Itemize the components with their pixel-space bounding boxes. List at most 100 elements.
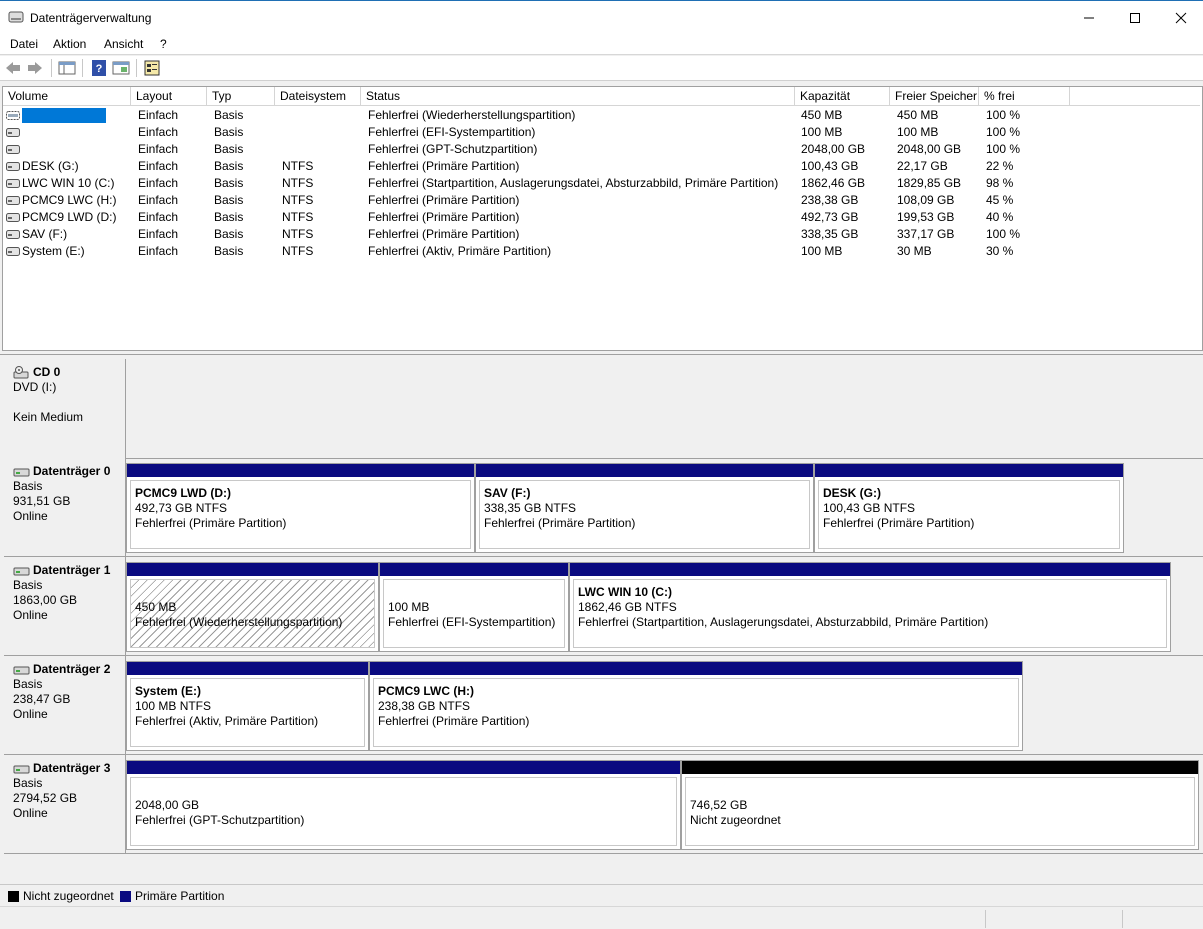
partition-desk[interactable]: DESK (G:) 100,43 GB NTFS Fehlerfrei (Primä…	[814, 463, 1124, 553]
volume-drive-icon	[6, 111, 20, 120]
disk-state: Online	[13, 608, 48, 622]
cell-typ: Basis	[214, 142, 244, 156]
partition-size: 492,73 GB NTFS	[135, 501, 228, 515]
cell-pct: 40 %	[986, 210, 1014, 224]
partition-efi[interactable]: 100 MB Fehlerfrei (EFI-Systempartition)	[379, 562, 569, 652]
table-row[interactable]: DESK (G:) Einfach Basis NTFS Fehlerfrei (Pri…	[3, 158, 1200, 175]
legend-swatch-primary	[120, 891, 131, 902]
volume-drive-icon	[6, 128, 20, 137]
partition-pcmc9-lwc[interactable]: PCMC9 LWC (H:) 238,38 GB NTFS Fehlerfrei (…	[369, 661, 1023, 751]
partition-unallocated[interactable]: 746,52 GB Nicht zugeordnet	[681, 760, 1199, 850]
partition-status: Fehlerfrei (Primäre Partition)	[135, 516, 287, 530]
disk-label-0[interactable]: Datenträger 0 Basis 931,51 GB Online	[4, 458, 126, 557]
partition-gpt-protective[interactable]: 2048,00 GB Fehlerfrei (GPT-Schutzpartitio…	[126, 760, 681, 850]
cell-volume: DESK (G:)	[22, 159, 79, 173]
toolbar-separator	[82, 59, 83, 77]
cell-status: Fehlerfrei (Wiederherstellungspartition)	[368, 108, 576, 122]
partition-recovery[interactable]: 450 MB Fehlerfrei (Wiederherstellungspart…	[126, 562, 379, 652]
disk-management-app-icon	[8, 11, 24, 23]
table-row[interactable]: LWC WIN 10 (C:) Einfach Basis NTFS Fehlerfre…	[3, 175, 1200, 192]
maximize-button[interactable]	[1112, 1, 1158, 34]
cell-pct: 98 %	[986, 176, 1014, 190]
partition-size: 238,38 GB NTFS	[378, 699, 471, 713]
console-tree-icon[interactable]	[58, 60, 76, 76]
cell-frei: 22,17 GB	[897, 159, 948, 173]
legend-label-unallocated: Nicht zugeordnet	[23, 889, 114, 903]
partition-status: Fehlerfrei (Primäre Partition)	[378, 714, 530, 728]
disk-name: Datenträger 0	[33, 464, 111, 478]
legend: Nicht zugeordnet Primäre Partition	[0, 884, 1203, 906]
partition-status: Fehlerfrei (Primäre Partition)	[484, 516, 636, 530]
table-row[interactable]: Einfach Basis Fehlerfrei (Wiederherstellun…	[3, 107, 1200, 124]
table-row[interactable]: System (E:) Einfach Basis NTFS Fehlerfrei (A…	[3, 243, 1200, 260]
close-icon	[1175, 12, 1187, 23]
menu-aktion[interactable]: Aktion	[53, 37, 86, 51]
column-header-status[interactable]: Status	[361, 87, 795, 106]
cell-volume: SAV (F:)	[22, 227, 68, 241]
cell-volume: System (E:)	[22, 244, 85, 258]
table-row[interactable]: PCMC9 LWD (D:) Einfach Basis NTFS Fehlerfrei…	[3, 209, 1200, 226]
volume-drive-icon	[6, 247, 20, 256]
partition-system[interactable]: System (E:) 100 MB NTFS Fehlerfrei (Aktiv,…	[126, 661, 369, 751]
legend-label-primary: Primäre Partition	[135, 889, 225, 903]
column-header-typ[interactable]: Typ	[207, 87, 275, 106]
column-header-freier-speicher[interactable]: Freier Speicher	[890, 87, 979, 106]
cell-kap: 100,43 GB	[801, 159, 859, 173]
disk-name: Datenträger 3	[33, 761, 111, 775]
disk-state: Online	[13, 509, 48, 523]
cell-frei: 108,09 GB	[897, 193, 955, 207]
cell-fs: NTFS	[282, 159, 314, 173]
disk-label-cd0[interactable]: CD 0 DVD (I:) Kein Medium	[4, 359, 126, 459]
partition-lwc-win10[interactable]: LWC WIN 10 (C:) 1862,46 GB NTFS Fehlerfrei…	[569, 562, 1171, 652]
partition-status: Fehlerfrei (Primäre Partition)	[823, 516, 975, 530]
forward-arrow-icon[interactable]	[26, 60, 44, 76]
hard-disk-icon	[13, 468, 30, 476]
legend-swatch-unallocated	[8, 891, 19, 902]
properties-icon[interactable]	[143, 60, 161, 76]
menu-help[interactable]: ?	[160, 37, 167, 51]
column-header-filler	[1070, 87, 1200, 106]
minimize-button[interactable]	[1066, 1, 1112, 34]
disk-type: Basis	[13, 776, 43, 790]
column-header-kapazitaet[interactable]: Kapazität	[795, 87, 890, 106]
partition-sav[interactable]: SAV (F:) 338,35 GB NTFS Fehlerfrei (Primär…	[475, 463, 814, 553]
volume-drive-icon	[6, 230, 20, 239]
partition-type-bar	[127, 761, 680, 774]
table-row[interactable]: Einfach Basis Fehlerfrei (GPT-Schutzpartit…	[3, 141, 1200, 158]
back-arrow-icon[interactable]	[4, 60, 22, 76]
menu-datei[interactable]: Datei	[10, 37, 38, 51]
partition-type-bar	[127, 662, 368, 675]
menu-ansicht[interactable]: Ansicht	[104, 37, 143, 51]
table-row[interactable]: PCMC9 LWC (H:) Einfach Basis NTFS Fehlerfrei…	[3, 192, 1200, 209]
volume-drive-icon	[6, 162, 20, 171]
partition-title: System (E:)	[135, 684, 202, 698]
cd-drive-icon	[13, 365, 29, 378]
pane-splitter[interactable]	[0, 351, 1203, 355]
toolbar-separator	[51, 59, 52, 77]
cell-frei: 100 MB	[897, 125, 939, 139]
close-button[interactable]	[1158, 1, 1203, 34]
show-pane-icon[interactable]	[112, 60, 130, 76]
table-row[interactable]: Einfach Basis Fehlerfrei (EFI-Systempartit…	[3, 124, 1200, 141]
column-header-prozent-frei[interactable]: % frei	[979, 87, 1070, 106]
column-header-volume[interactable]: Volume	[3, 87, 131, 106]
cell-typ: Basis	[214, 227, 244, 241]
column-header-layout[interactable]: Layout	[131, 87, 207, 106]
svg-text:?: ?	[96, 63, 103, 75]
column-header-dateisystem[interactable]: Dateisystem	[275, 87, 361, 106]
partition-status: Fehlerfrei (EFI-Systempartition)	[388, 615, 556, 629]
menu-bar: Datei Aktion Ansicht ?	[0, 34, 1203, 55]
cell-layout: Einfach	[138, 108, 179, 122]
hard-disk-icon	[13, 765, 30, 773]
partition-pcmc9-lwd[interactable]: PCMC9 LWD (D:) 492,73 GB NTFS Fehlerfrei (…	[126, 463, 475, 553]
disk-label-2[interactable]: Datenträger 2 Basis 238,47 GB Online	[4, 656, 126, 755]
disk-area-cd0	[126, 359, 1203, 459]
cell-pct: 30 %	[986, 244, 1014, 258]
table-row[interactable]: SAV (F:) Einfach Basis NTFS Fehlerfrei (Prim…	[3, 226, 1200, 243]
disk-label-1[interactable]: Datenträger 1 Basis 1863,00 GB Online	[4, 557, 126, 656]
cell-frei: 450 MB	[897, 108, 939, 122]
disk-label-3[interactable]: Datenträger 3 Basis 2794,52 GB Online	[4, 755, 126, 854]
cell-frei: 30 MB	[897, 244, 932, 258]
help-icon[interactable]: ?	[90, 60, 108, 76]
cell-frei: 1829,85 GB	[897, 176, 962, 190]
